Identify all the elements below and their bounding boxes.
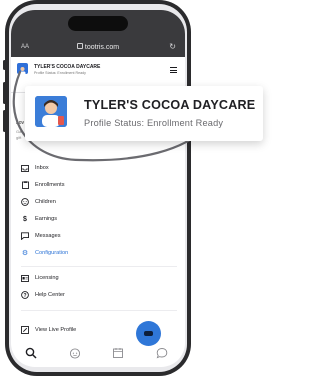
avatar (35, 96, 67, 127)
profile-status: Profile Status: Enrollment Ready (84, 118, 224, 128)
profile-callout-card: TYLER'S COCOA DAYCARE Profile Status: En… (25, 86, 263, 141)
callout-arrow (12, 70, 211, 162)
business-name: TYLER'S COCOA DAYCARE (84, 98, 256, 112)
